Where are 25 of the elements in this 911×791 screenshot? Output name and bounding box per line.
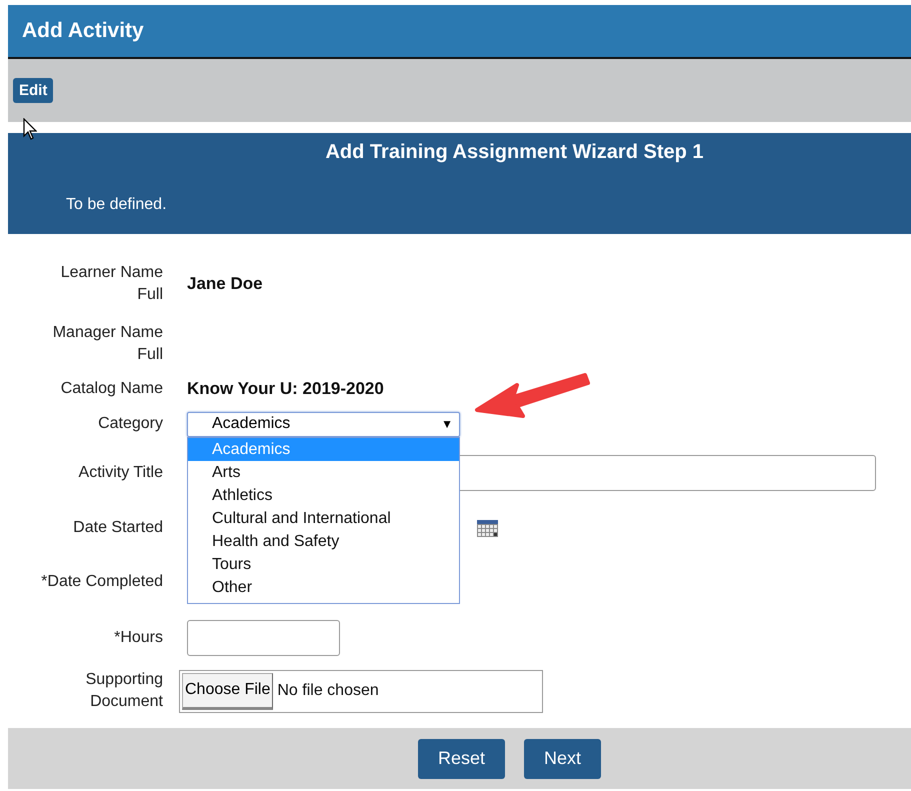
page-title: Add Activity bbox=[22, 19, 144, 43]
field-label: Learner Name Full bbox=[60, 263, 163, 305]
hours-field[interactable] bbox=[187, 620, 340, 656]
field-label: *Hours bbox=[113, 628, 163, 648]
field-label: Manager Name Full bbox=[52, 323, 163, 365]
field-label: Date Started bbox=[72, 518, 163, 538]
category-select[interactable]: Academics ▼ bbox=[187, 412, 460, 436]
wizard-title: Add Training Assignment Wizard Step 1 bbox=[324, 140, 704, 164]
field-label: Supporting Document bbox=[84, 670, 163, 712]
field-label: Category bbox=[97, 414, 163, 434]
choose-file-button[interactable]: Choose File bbox=[182, 672, 274, 710]
calendar-icon[interactable] bbox=[477, 520, 498, 536]
edit-button[interactable]: Edit bbox=[13, 78, 54, 103]
field-label: Activity Title bbox=[78, 463, 163, 483]
field-label: Catalog Name bbox=[60, 379, 163, 399]
field-value: Jane Doe bbox=[187, 274, 263, 294]
action-button[interactable]: Reset bbox=[418, 738, 505, 778]
file-status: No file chosen bbox=[277, 682, 379, 700]
wizard-description: To be defined. bbox=[66, 196, 168, 214]
action-button[interactable]: Next bbox=[524, 738, 602, 778]
file-field[interactable]: Choose File No file chosen bbox=[179, 670, 543, 712]
field-label: *Date Completed bbox=[40, 572, 163, 592]
field-value: Know Your U: 2019-2020 bbox=[187, 379, 384, 399]
caret-icon: ▼ bbox=[441, 417, 453, 431]
mouse-cursor-icon bbox=[23, 118, 37, 140]
